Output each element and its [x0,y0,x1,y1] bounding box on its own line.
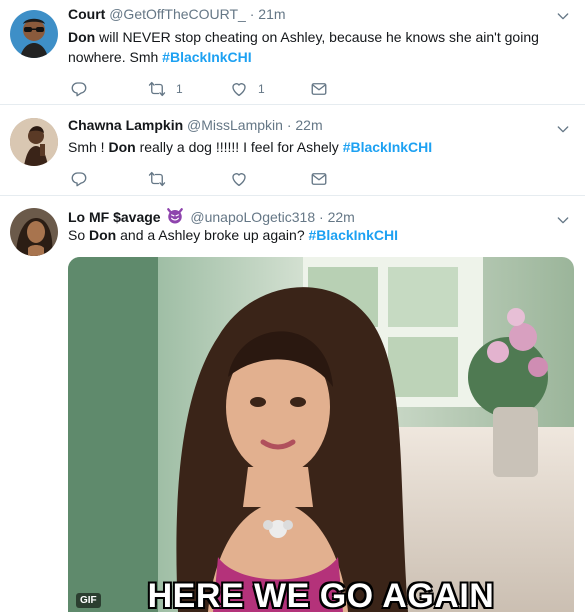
timestamp[interactable]: 22m [328,209,355,225]
hashtag-link[interactable]: #BlackInkCHI [162,49,251,65]
separator-dot: · [319,209,324,225]
chevron-down-icon[interactable] [555,121,571,137]
like-count: 1 [258,82,265,96]
gif-frame [68,257,574,612]
chevron-down-icon[interactable] [555,8,571,24]
text-segment: So [68,227,90,243]
tweet-header: Court @GetOffTheCOURT_ · 21m [68,6,286,22]
highlighted-keyword: Don [68,29,96,45]
tweet[interactable]: Chawna Lampkin @MissLampkin · 22m Smh ! … [0,105,585,196]
display-name[interactable]: Court [68,6,105,22]
separator-dot: · [249,6,255,22]
tweet[interactable]: Court @GetOffTheCOURT_ · 21m Don will NE… [0,0,585,105]
text-segment: and a Ashley broke up again? [116,227,309,243]
tweet-text: Smh ! Don really a dog !!!!!! I feel for… [68,137,558,157]
retweet-button[interactable] [148,169,176,189]
hashtag-link[interactable]: #BlackInkCHI [309,227,398,243]
timestamp[interactable]: 21m [258,6,285,22]
separator-dot: · [286,117,292,133]
user-handle[interactable]: @unapoLOgetic318 [190,209,315,225]
hashtag-link[interactable]: #BlackInkCHI [343,139,432,155]
avatar[interactable] [10,118,58,166]
retweet-icon [148,80,166,98]
direct-message-button[interactable] [310,79,328,99]
display-name[interactable]: Chawna Lampkin [68,117,183,133]
tweet-text: So Don and a Ashley broke up again? #Bla… [68,225,558,245]
gif-media[interactable]: HERE WE GO AGAIN GIF [68,257,574,612]
reply-button[interactable] [70,79,88,99]
gif-caption: HERE WE GO AGAIN [147,577,495,612]
retweet-count: 1 [176,82,183,96]
highlighted-keyword: Don [89,227,117,243]
tweet-text: Don will NEVER stop cheating on Ashley, … [68,27,558,67]
avatar[interactable] [10,10,58,58]
retweet-button[interactable]: 1 [148,79,183,99]
reply-icon [70,80,88,98]
envelope-icon [310,170,328,188]
user-handle[interactable]: @GetOffTheCOURT_ [109,6,246,22]
text-segment: will NEVER stop cheating on Ashley, beca… [68,29,539,65]
text-segment: Smh ! [68,139,109,155]
display-name[interactable]: Lo MF $avage [68,209,161,225]
tweet-header: Chawna Lampkin @MissLampkin · 22m [68,117,323,133]
direct-message-button[interactable] [310,169,328,189]
heart-icon [230,170,248,188]
retweet-icon [148,170,166,188]
envelope-icon [310,80,328,98]
like-button[interactable] [230,169,258,189]
gif-badge: GIF [76,593,101,608]
highlighted-keyword: Don [108,139,136,155]
like-button[interactable]: 1 [230,79,265,99]
user-handle[interactable]: @MissLampkin [187,117,283,133]
reply-button[interactable] [70,169,88,189]
text-segment: really a dog !!!!!! I feel for Ashely [135,139,343,155]
avatar[interactable] [10,208,58,256]
reply-icon [70,170,88,188]
timestamp[interactable]: 22m [295,117,322,133]
heart-icon [230,80,248,98]
